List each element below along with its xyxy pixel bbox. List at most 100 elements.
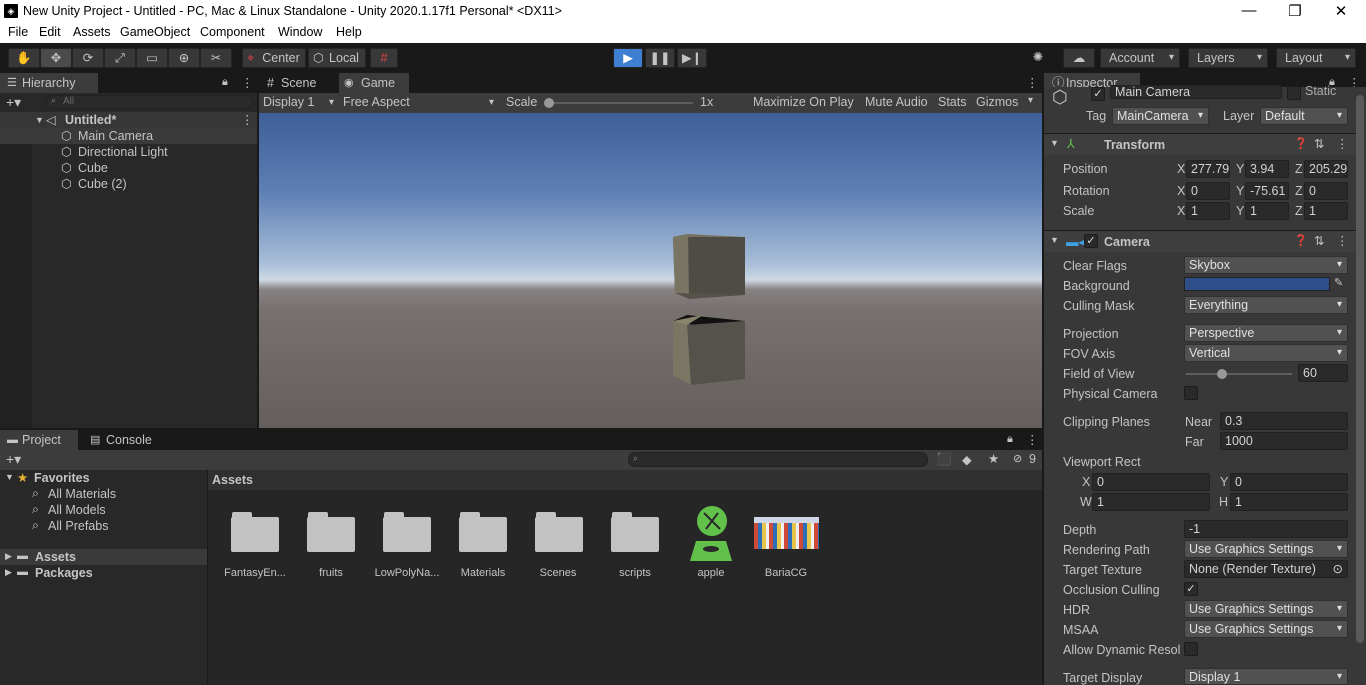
transform-tool-button[interactable]: ⊕: [168, 48, 200, 68]
rendering-path-dropdown[interactable]: Use Graphics Settings: [1184, 540, 1348, 558]
rotation-x-field[interactable]: 0: [1186, 182, 1230, 200]
asset-model-apple[interactable]: [682, 503, 740, 561]
kebab-menu-icon[interactable]: ⋮: [241, 75, 254, 90]
fov-slider[interactable]: [1186, 369, 1292, 379]
scale-y-field[interactable]: 1: [1245, 202, 1289, 220]
favorite-all-prefabs[interactable]: ⌕ All Prefabs: [32, 518, 202, 534]
menu-window[interactable]: Window: [278, 25, 322, 39]
asset-folder-lowpolyna[interactable]: [383, 512, 431, 552]
tab-hierarchy[interactable]: ☰ Hierarchy: [0, 73, 98, 93]
lock-icon[interactable]: 🔒︎: [222, 76, 228, 89]
gizmos-toggle[interactable]: Gizmos: [976, 95, 1018, 109]
clear-flags-dropdown[interactable]: Skybox: [1184, 256, 1348, 274]
tree-item-assets[interactable]: ▶ ▬ Assets: [0, 549, 207, 565]
kebab-menu-icon[interactable]: ⋮: [1026, 432, 1039, 447]
camera-enabled-checkbox[interactable]: ✓: [1084, 234, 1098, 248]
mute-audio-toggle[interactable]: Mute Audio: [865, 95, 928, 109]
viewport-y-field[interactable]: 0: [1230, 473, 1348, 491]
physical-camera-checkbox[interactable]: [1184, 386, 1198, 400]
layers-dropdown[interactable]: Layers: [1188, 48, 1268, 68]
object-name-field[interactable]: Main Camera: [1110, 85, 1282, 99]
maximize-on-play-toggle[interactable]: Maximize On Play: [753, 95, 854, 109]
tab-console[interactable]: ▤ Console: [84, 430, 164, 450]
viewport-w-field[interactable]: 1: [1092, 493, 1210, 511]
rotation-y-field[interactable]: -75.61: [1245, 182, 1289, 200]
favorite-all-materials[interactable]: ⌕ All Materials: [32, 486, 202, 502]
help-icon[interactable]: ❓: [1294, 137, 1308, 150]
favorites-row[interactable]: ▼ ★ Favorites: [0, 470, 207, 486]
fov-axis-dropdown[interactable]: Vertical: [1184, 344, 1348, 362]
static-checkbox[interactable]: [1287, 86, 1301, 100]
far-field[interactable]: 1000: [1220, 432, 1348, 450]
pivot-center-button[interactable]: ⌖ Center: [242, 48, 306, 68]
position-y-field[interactable]: 3.94: [1245, 160, 1289, 178]
layer-dropdown[interactable]: Default: [1260, 107, 1348, 125]
asset-folder-fantasyen[interactable]: [231, 512, 279, 552]
dynamic-resolution-checkbox[interactable]: [1184, 642, 1198, 656]
menu-edit[interactable]: Edit: [39, 25, 61, 39]
lock-icon[interactable]: 🔒︎: [1007, 433, 1013, 446]
step-button[interactable]: ▶❙: [677, 48, 707, 68]
help-icon[interactable]: ❓: [1294, 234, 1308, 247]
viewport-h-field[interactable]: 1: [1230, 493, 1348, 511]
restore-button[interactable]: ❐: [1272, 2, 1318, 20]
hidden-packages-icon[interactable]: ⊘: [1013, 452, 1022, 465]
hierarchy-search-input[interactable]: ⌕ All: [46, 95, 254, 109]
object-picker-icon[interactable]: ⊙: [1333, 561, 1343, 577]
inspector-scrollbar[interactable]: [1356, 95, 1364, 643]
presets-icon[interactable]: ⇅: [1314, 136, 1324, 151]
component-menu-icon[interactable]: ⋮: [1336, 233, 1349, 248]
static-dropdown[interactable]: Static: [1305, 84, 1336, 98]
project-search-input[interactable]: ⌕: [628, 452, 928, 467]
scale-z-field[interactable]: 1: [1304, 202, 1348, 220]
target-display-dropdown[interactable]: Display 1: [1184, 668, 1348, 685]
asset-folder-fruits[interactable]: [307, 512, 355, 552]
move-tool-button[interactable]: ✥: [40, 48, 72, 68]
rect-tool-button[interactable]: ▭: [136, 48, 168, 68]
tree-item-packages[interactable]: ▶ ▬ Packages: [0, 565, 207, 581]
create-plus-icon[interactable]: +▾: [6, 94, 21, 111]
occlusion-culling-checkbox[interactable]: ✓: [1184, 582, 1198, 596]
asset-folder-materials[interactable]: [459, 512, 507, 552]
transform-header[interactable]: ▼ ⅄ Transform ❓ ⇅ ⋮: [1044, 133, 1356, 155]
near-field[interactable]: 0.3: [1220, 412, 1348, 430]
tag-dropdown[interactable]: MainCamera: [1112, 107, 1209, 125]
scale-x-field[interactable]: 1: [1186, 202, 1230, 220]
hierarchy-item-cube-2[interactable]: ⬡ Cube (2): [0, 176, 257, 192]
viewport-x-field[interactable]: 0: [1092, 473, 1210, 491]
account-dropdown[interactable]: Account: [1100, 48, 1180, 68]
stats-toggle[interactable]: Stats: [938, 95, 967, 109]
tab-project[interactable]: ▬ Project: [0, 430, 78, 450]
favorite-star-icon[interactable]: ★: [988, 451, 999, 466]
scale-slider-thumb[interactable]: [544, 98, 554, 108]
asset-image-bariacg[interactable]: [754, 517, 819, 549]
menu-gameobject[interactable]: GameObject: [120, 25, 190, 39]
camera-header[interactable]: ▼ ▬◂ ✓ Camera ❓ ⇅ ⋮: [1044, 230, 1356, 252]
position-z-field[interactable]: 205.29: [1304, 160, 1348, 178]
asset-folder-scripts[interactable]: [611, 512, 659, 552]
rotation-z-field[interactable]: 0: [1304, 182, 1348, 200]
cloud-button[interactable]: ☁: [1063, 48, 1095, 68]
play-button[interactable]: ▶: [613, 48, 643, 68]
custom-tool-button[interactable]: ✂: [200, 48, 232, 68]
depth-field[interactable]: -1: [1184, 520, 1348, 538]
menu-help[interactable]: Help: [336, 25, 362, 39]
pivot-local-button[interactable]: ⬡ Local: [308, 48, 366, 68]
fov-field[interactable]: 60: [1298, 364, 1348, 382]
tab-game[interactable]: ◉ Game: [339, 73, 409, 93]
display-dropdown[interactable]: Display 1: [259, 93, 339, 113]
fov-slider-thumb[interactable]: [1217, 369, 1227, 379]
menu-assets[interactable]: Assets: [73, 25, 111, 39]
label-tag-icon[interactable]: ◆: [962, 452, 972, 467]
scale-slider[interactable]: [544, 98, 693, 108]
component-menu-icon[interactable]: ⋮: [1336, 136, 1349, 151]
hdr-dropdown[interactable]: Use Graphics Settings: [1184, 600, 1348, 618]
favorite-all-models[interactable]: ⌕ All Models: [32, 502, 202, 518]
pause-button[interactable]: ❚❚: [645, 48, 675, 68]
hierarchy-item-main-camera[interactable]: ⬡ Main Camera: [0, 128, 257, 144]
tab-scene[interactable]: # Scene: [259, 73, 337, 93]
background-color-swatch[interactable]: [1184, 277, 1330, 291]
hand-tool-button[interactable]: ✋: [8, 48, 40, 68]
hierarchy-scene-row[interactable]: ▼ ◁ Untitled* ⋮: [0, 112, 257, 128]
presets-icon[interactable]: ⇅: [1314, 233, 1324, 248]
